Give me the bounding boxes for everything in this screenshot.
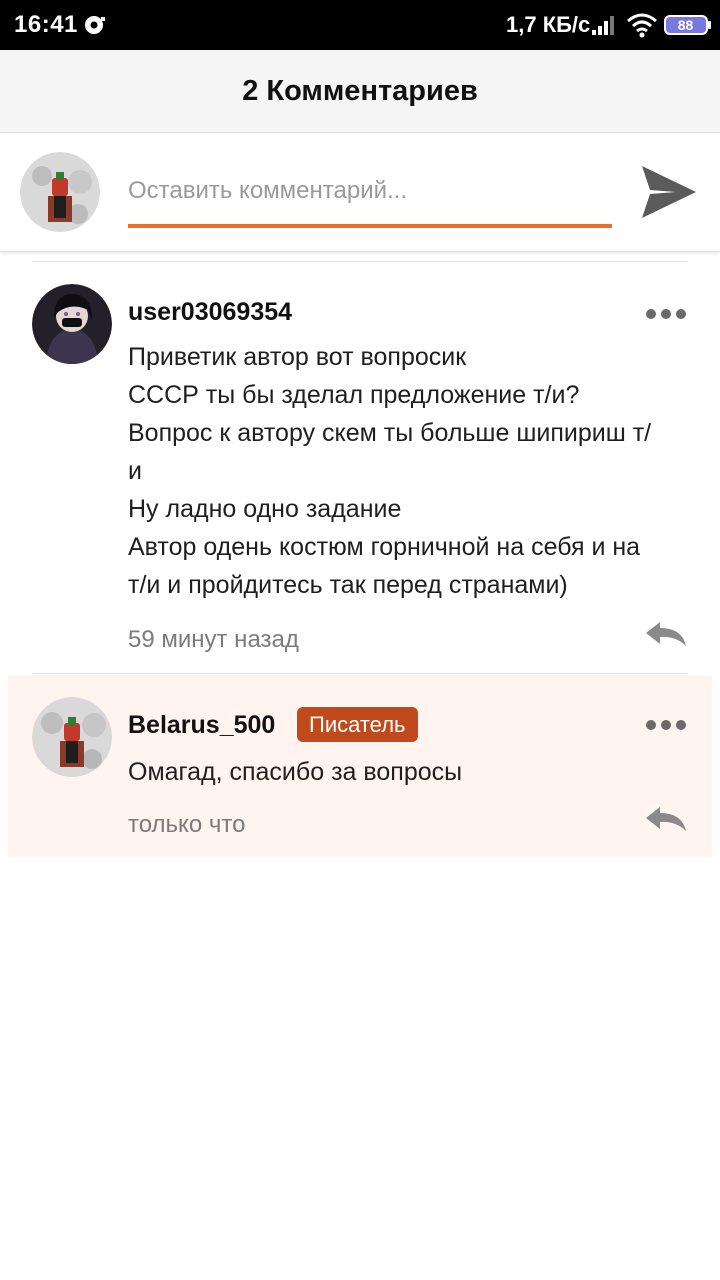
comment-timestamp: только что <box>128 811 246 838</box>
comment-username[interactable]: Belarus_500 <box>128 711 275 740</box>
writer-badge: Писатель <box>297 707 418 742</box>
comment-line: Автор одень костюм горничной на себя и н… <box>128 533 641 561</box>
page-title: 2 Комментариев <box>242 75 478 107</box>
comment-input[interactable] <box>128 168 612 228</box>
comment-text: Омагад, спасибо за вопросы <box>128 753 698 791</box>
status-bar: 16:41 1,7 КБ/с 88 <box>0 0 720 50</box>
comment-line: Ну ладно одно задание <box>128 495 402 523</box>
avatar-image <box>20 152 100 232</box>
header: 2 Комментариев <box>0 50 720 133</box>
comment-item: user03069354 Приветик автор вот вопросик… <box>8 262 712 672</box>
comment-line: т/и и пройдитесь так перед странами) <box>128 571 568 599</box>
signal-icon <box>592 16 614 35</box>
divider <box>32 673 688 674</box>
battery-level: 88 <box>677 17 694 33</box>
comment-composer <box>0 134 720 252</box>
comment-timestamp: 59 минут назад <box>128 626 299 653</box>
comment-text: Приветик автор вот вопросик СССР ты бы з… <box>128 338 698 604</box>
status-time: 16:41 <box>14 11 78 38</box>
avatar[interactable] <box>20 152 100 232</box>
comment-item-author: Belarus_500 Писатель Омагад, спасибо за … <box>8 675 712 857</box>
comment-line: СССР ты бы зделал предложение т/и? <box>128 381 580 409</box>
notification-icon <box>85 16 105 34</box>
send-icon[interactable] <box>640 164 698 220</box>
network-speed: 1,7 КБ/с <box>506 12 591 37</box>
avatar-image <box>32 284 112 364</box>
reply-icon[interactable] <box>644 620 688 648</box>
comment-username[interactable]: user03069354 <box>128 298 292 327</box>
comment-line: Вопрос к автору скем ты больше шипириш т… <box>128 419 652 447</box>
more-options-icon[interactable] <box>644 306 688 322</box>
wifi-icon <box>627 13 657 38</box>
avatar[interactable] <box>32 284 112 364</box>
comment-line: Омагад, спасибо за вопросы <box>128 758 463 786</box>
battery-icon: 88 <box>664 15 712 35</box>
reply-icon[interactable] <box>644 805 688 833</box>
more-options-icon[interactable] <box>644 717 688 733</box>
comment-line: Приветик автор вот вопросик <box>128 343 467 371</box>
comment-line: и <box>128 457 142 485</box>
avatar[interactable] <box>32 697 112 777</box>
avatar-image <box>32 697 112 777</box>
